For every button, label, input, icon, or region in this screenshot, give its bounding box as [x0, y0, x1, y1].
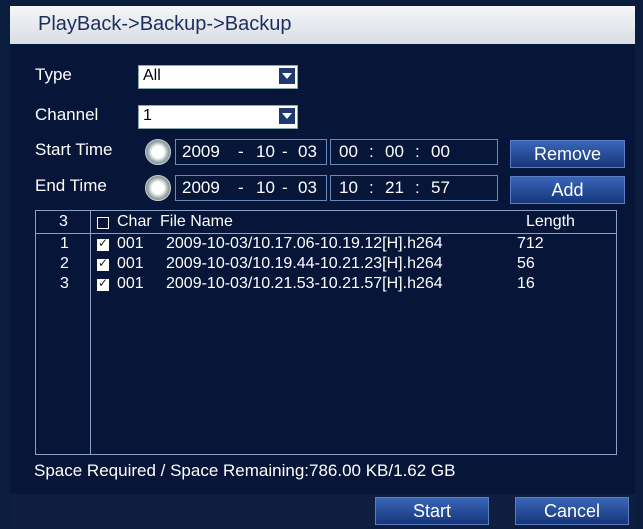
type-select[interactable]: All: [138, 65, 298, 89]
space-info: Space Required / Space Remaining:786.00 …: [34, 461, 456, 480]
add-button[interactable]: Add: [510, 176, 625, 204]
file-count: 3: [59, 213, 68, 230]
backup-window: PlayBack->Backup->Backup Type All Channe…: [0, 0, 643, 529]
row-file[interactable]: 2009-10-03/10.19.44-10.21.23[H].h264: [166, 255, 443, 273]
channel-select[interactable]: 1: [138, 105, 298, 129]
column-divider: [90, 211, 91, 454]
header-length: Length: [526, 213, 575, 230]
row-file[interactable]: 2009-10-03/10.17.06-10.19.12[H].h264: [166, 235, 443, 253]
row-length: 712: [517, 235, 544, 252]
title-bar: PlayBack->Backup->Backup: [10, 6, 635, 44]
end-time-label: End Time: [35, 176, 107, 195]
row-length: 56: [517, 255, 535, 272]
row-checkbox[interactable]: [97, 236, 109, 251]
row-checkbox[interactable]: [97, 276, 109, 291]
select-all-checkbox[interactable]: [97, 217, 109, 229]
cancel-button[interactable]: Cancel: [515, 497, 629, 525]
chevron-down-icon[interactable]: [278, 67, 296, 85]
type-label: Type: [35, 65, 72, 84]
row-char: 001: [117, 275, 144, 292]
type-value: All: [143, 67, 161, 84]
clock-icon[interactable]: [145, 175, 171, 201]
header-char: Char: [117, 213, 152, 230]
row-checkbox[interactable]: [97, 256, 109, 271]
clock-icon[interactable]: [145, 139, 171, 165]
remove-button[interactable]: Remove: [510, 140, 625, 168]
start-time-field[interactable]: 00 : 00 : 00: [330, 139, 498, 165]
header-file-name: File Name: [160, 213, 233, 230]
row-index: 2: [60, 255, 69, 272]
row-index: 3: [60, 275, 69, 292]
end-date-field[interactable]: 2009 - 10 - 03: [175, 175, 327, 201]
channel-value: 1: [143, 107, 152, 124]
file-table: 3 Char File Name Length 1 001 2009-10-03…: [35, 210, 617, 455]
row-index: 1: [60, 235, 69, 252]
start-date-field[interactable]: 2009 - 10 - 03: [175, 139, 327, 165]
row-file[interactable]: 2009-10-03/10.21.53-10.21.57[H].h264: [166, 275, 443, 293]
window-title: PlayBack->Backup->Backup: [38, 13, 292, 35]
start-button[interactable]: Start: [375, 497, 489, 525]
row-char: 001: [117, 255, 144, 272]
chevron-down-icon[interactable]: [278, 107, 296, 125]
row-length: 16: [517, 275, 535, 292]
end-time-field[interactable]: 10 : 21 : 57: [330, 175, 498, 201]
row-char: 001: [117, 235, 144, 252]
channel-label: Channel: [35, 105, 99, 124]
start-time-label: Start Time: [35, 140, 113, 159]
